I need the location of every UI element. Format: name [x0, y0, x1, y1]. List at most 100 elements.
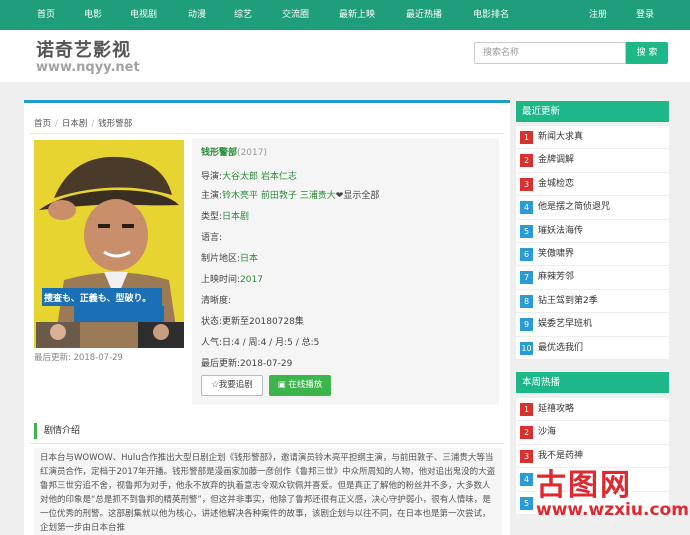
list-item-title[interactable]: 新闻大求真 — [538, 126, 583, 149]
list-item-title[interactable]: 璀妖法海传 — [538, 220, 583, 243]
clarity-label: 清晰度: — [201, 296, 232, 306]
list-item[interactable]: 6 笑傲啸界 — [516, 243, 669, 267]
nav-home[interactable]: 首页 — [37, 0, 55, 30]
play-icon: ▣ — [277, 380, 289, 390]
watch-online-button[interactable]: ▣ 在线播放 — [269, 375, 331, 396]
rank-badge: 1 — [520, 131, 533, 144]
search-input[interactable]: 搜索名称 — [474, 42, 626, 64]
nav-variety[interactable]: 综艺 — [234, 0, 252, 30]
list-item[interactable]: 2 沙海 — [516, 421, 669, 445]
list-item-title[interactable]: 最优选我们 — [538, 337, 583, 360]
popularity-label: 人气: — [201, 338, 223, 348]
site-url: www.nqyy.net — [36, 60, 140, 75]
movie-title-text: 钱形警部 — [201, 148, 238, 158]
movie-detail-panel: 首页 / 日本剧 / 钱形警部 捜査も、正義も、型破り。 最后更新: 2018-… — [24, 100, 510, 535]
nav-movies[interactable]: 电影 — [84, 0, 102, 30]
list-item-title[interactable]: 延禧攻略 — [538, 398, 574, 421]
rank-badge: 10 — [520, 341, 533, 355]
language-label: 语言: — [201, 233, 223, 243]
rank-badge: 4 — [520, 201, 533, 215]
show-all-cast-link[interactable]: ❤显示全部 — [336, 191, 380, 201]
updated-label: 最后更新: — [201, 359, 241, 369]
region-label: 制片地区: — [201, 254, 241, 264]
site-logo[interactable]: 诺奇艺影视 — [36, 36, 131, 62]
nav-anime[interactable]: 动漫 — [188, 0, 206, 30]
search-button[interactable]: 搜 索 — [626, 42, 668, 64]
status-label: 状态: — [201, 317, 223, 327]
list-item[interactable]: 3 金城检恋 — [516, 173, 669, 197]
list-item[interactable]: 8 钻王驾到第2季 — [516, 290, 669, 314]
top-navigation-bar: 首页 电影 电视剧 动漫 综艺 交流圈 最新上映 最近热播 电影排名 注册 登录 — [0, 0, 690, 30]
popularity-row: 人气:日:4 / 周:4 / 月:5 / 总:5 — [201, 335, 319, 348]
list-item-title[interactable]: 麻辣芳邻 — [538, 266, 574, 289]
poster-caption: 捜査も、正義も、型破り。 — [44, 294, 152, 304]
list-item-title[interactable]: 金牌调解 — [538, 149, 574, 172]
list-item-title[interactable]: 金城检恋 — [538, 173, 574, 196]
list-item-title[interactable]: 沙海 — [538, 421, 556, 444]
nav-hot[interactable]: 最近热播 — [406, 0, 442, 30]
rank-badge: 9 — [520, 318, 533, 332]
movie-poster[interactable]: 捜査も、正義も、型破り。 — [34, 140, 184, 348]
poster-update-date: 最后更新: 2018-07-29 — [34, 353, 123, 363]
breadcrumb-category[interactable]: 日本剧 — [62, 119, 88, 129]
list-item[interactable]: 7 麻辣芳邻 — [516, 266, 669, 290]
breadcrumb-separator: / — [55, 119, 58, 129]
director-value[interactable]: 大谷太郎 岩本仁志 — [222, 172, 297, 182]
list-item[interactable]: 4 他是摆之简侦退咒 — [516, 196, 669, 220]
register-link[interactable]: 注册 — [589, 0, 607, 30]
list-item[interactable]: 1 延禧攻略 — [516, 398, 669, 422]
nav-tv[interactable]: 电视剧 — [130, 0, 157, 30]
list-item-title[interactable]: 他是摆之简侦退咒 — [538, 196, 610, 219]
rank-badge: 2 — [520, 426, 533, 440]
nav-ranking[interactable]: 电影排名 — [473, 0, 509, 30]
nav-community[interactable]: 交流圈 — [282, 0, 309, 30]
divider — [30, 133, 504, 134]
list-item[interactable]: 1 新闻大求真 — [516, 126, 669, 150]
list-item[interactable]: 2 金牌调解 — [516, 149, 669, 173]
director-label: 导演: — [201, 172, 223, 182]
release-row: 上映时间:2017 — [201, 272, 263, 285]
watch-online-label: 在线播放 — [288, 380, 323, 390]
recent-updates-header: 最近更新 — [516, 101, 669, 122]
list-item-title[interactable]: 钻王驾到第2季 — [538, 290, 598, 313]
breadcrumb-home[interactable]: 首页 — [34, 119, 51, 129]
recent-updates-list: 1 新闻大求真 2 金牌调解 3 金城检恋 4 他是摆之简侦退咒 5 璀妖法海传 6 笑傲啸… — [516, 126, 669, 360]
popularity-value: 日:4 / 周:4 / 月:5 / 总:5 — [222, 338, 320, 348]
clarity-row: 清晰度: — [201, 293, 231, 306]
rank-badge: 5 — [520, 496, 533, 510]
language-row: 语言: — [201, 230, 222, 243]
follow-show-button[interactable]: ☆我要追剧 — [201, 375, 263, 396]
movie-info-box: 钱形警部(2017) 导演:大谷太郎 岩本仁志 主演:铃木亮平 前田敦子 三浦贵… — [192, 138, 499, 405]
synopsis-text: 日本台与WOWOW、Hulu合作推出大型日剧企划《钱形警部》，邀请演员铃木亮平担… — [34, 448, 502, 535]
list-item[interactable]: 5 璀妖法海传 — [516, 220, 669, 243]
genre-label: 类型: — [201, 212, 223, 222]
synopsis-heading: 剧情介绍 — [34, 423, 80, 439]
weekly-hot-header: 本周热播 — [516, 372, 669, 393]
status-value: 更新至20180728集 — [222, 317, 304, 327]
poster-image — [34, 140, 184, 348]
list-item-title[interactable]: 娱委艺早班机 — [538, 313, 592, 336]
director-row: 导演:大谷太郎 岩本仁志 — [201, 169, 297, 182]
watermark-url: www.wzxiu.com — [536, 500, 689, 520]
rank-badge: 7 — [520, 271, 533, 285]
nav-new-releases[interactable]: 最新上映 — [339, 0, 375, 30]
updated-row: 最后更新:2018-07-29 — [201, 356, 292, 369]
cast-label: 主演: — [201, 191, 223, 201]
list-item-title[interactable]: 笑傲啸界 — [538, 243, 574, 266]
release-label: 上映时间: — [201, 275, 241, 285]
login-link[interactable]: 登录 — [636, 0, 654, 30]
site-header: 诺奇艺影视 www.nqyy.net 搜索名称 搜 索 — [0, 30, 690, 82]
rank-badge: 6 — [520, 247, 533, 261]
region-value[interactable]: 日本 — [240, 254, 258, 264]
rank-badge: 3 — [520, 177, 533, 191]
release-value[interactable]: 2017 — [240, 275, 263, 285]
genre-value[interactable]: 日本剧 — [222, 212, 249, 222]
list-item[interactable]: 9 娱委艺早班机 — [516, 313, 669, 337]
cast-value[interactable]: 铃木亮平 前田敦子 三浦贵大 — [222, 191, 336, 201]
list-item[interactable]: 10 最优选我们 — [516, 337, 669, 360]
rank-badge: 5 — [520, 224, 533, 238]
updated-value: 2018-07-29 — [240, 359, 293, 369]
rank-badge: 1 — [520, 403, 533, 416]
movie-year: (2017) — [237, 148, 267, 158]
rank-badge: 3 — [520, 449, 533, 463]
